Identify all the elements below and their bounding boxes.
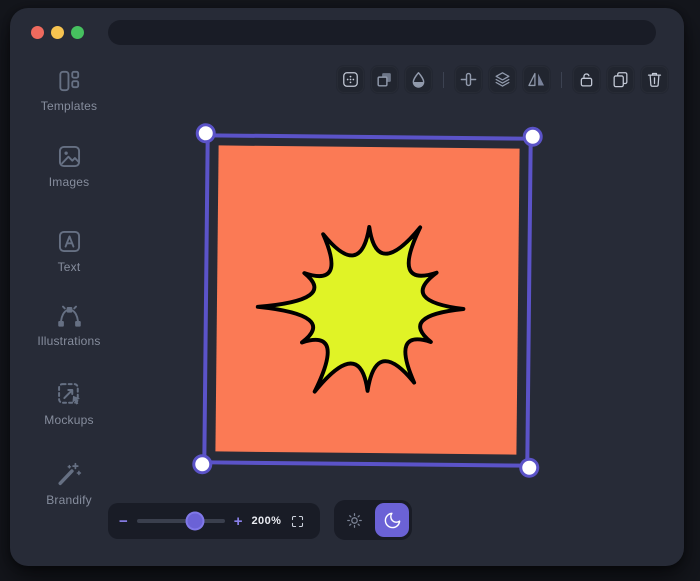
app-window: Templates Images Text Illustrations Mock… [10, 8, 684, 566]
theme-option-light[interactable] [337, 503, 371, 537]
resize-handle-top-right[interactable] [522, 126, 543, 147]
text-icon [58, 230, 80, 253]
moon-icon [384, 512, 400, 528]
resize-handle-top-left[interactable] [195, 123, 216, 144]
lock-button[interactable] [572, 65, 601, 94]
theme-toggle [334, 500, 412, 540]
sidebar-item-mockups[interactable]: Mockups [21, 380, 117, 427]
mockups-icon [58, 383, 81, 405]
layers-button[interactable] [488, 65, 517, 94]
zoom-slider-track[interactable] [136, 511, 225, 531]
fullscreen-icon [292, 515, 304, 527]
corner-dots-button[interactable] [336, 65, 365, 94]
trash-button[interactable] [640, 65, 669, 94]
sidebar-label: Mockups [44, 413, 94, 427]
zoom-slider-thumb[interactable] [185, 511, 205, 531]
traffic-lights [31, 26, 84, 39]
toolbar-divider [561, 71, 562, 88]
sidebar-label: Brandify [46, 493, 92, 507]
flip-vertical-icon [460, 72, 477, 87]
zoom-in-button[interactable]: + [234, 514, 243, 529]
sidebar-item-templates[interactable]: Templates [21, 68, 117, 113]
resize-handle-bottom-left[interactable] [192, 454, 213, 475]
titlebar-pill[interactable] [108, 20, 656, 45]
zoom-out-button[interactable]: − [119, 514, 128, 529]
trash-icon [647, 72, 662, 87]
flip-vertical-button[interactable] [454, 65, 483, 94]
toolbar-divider [443, 71, 444, 88]
sidebar-label: Templates [40, 99, 98, 113]
sun-icon [346, 512, 362, 528]
selection-border[interactable] [202, 133, 533, 468]
copy-icon [613, 72, 628, 88]
illustrations-icon [57, 305, 81, 327]
images-icon [58, 145, 80, 168]
corner-dots-icon [343, 72, 358, 87]
color-drop-button[interactable] [404, 65, 433, 94]
copy-button[interactable] [606, 65, 635, 94]
sidebar-label: Illustrations [37, 334, 101, 348]
lock-icon [580, 73, 593, 87]
color-drop-icon [412, 72, 425, 88]
traffic-light-close[interactable] [31, 26, 44, 39]
sidebar-item-illustrations[interactable]: Illustrations [21, 304, 117, 348]
theme-option-dark[interactable] [375, 503, 409, 537]
sidebar-item-text[interactable]: Text [21, 228, 117, 274]
duplicate-overlap-button[interactable] [370, 65, 399, 94]
sidebar-label: Images [48, 175, 90, 189]
templates-icon [59, 70, 80, 92]
zoom-controls: − + 200% [108, 503, 320, 539]
duplicate-overlap-icon [377, 73, 391, 87]
sidebar-item-images[interactable]: Images [21, 143, 117, 189]
zoom-level: 200% [251, 515, 282, 527]
traffic-light-zoom[interactable] [71, 26, 84, 39]
toolbar [336, 65, 669, 94]
traffic-light-minimize[interactable] [51, 26, 64, 39]
resize-handle-bottom-right[interactable] [519, 457, 540, 478]
brandify-icon [58, 462, 82, 486]
fullscreen-button[interactable] [290, 514, 305, 529]
flip-horizontal-icon [528, 72, 545, 87]
layers-icon [495, 72, 510, 87]
flip-horizontal-button[interactable] [522, 65, 551, 94]
sidebar-item-brandify[interactable]: Brandify [21, 460, 117, 507]
sidebar-label: Text [57, 260, 81, 274]
canvas-selection-group [192, 123, 543, 478]
